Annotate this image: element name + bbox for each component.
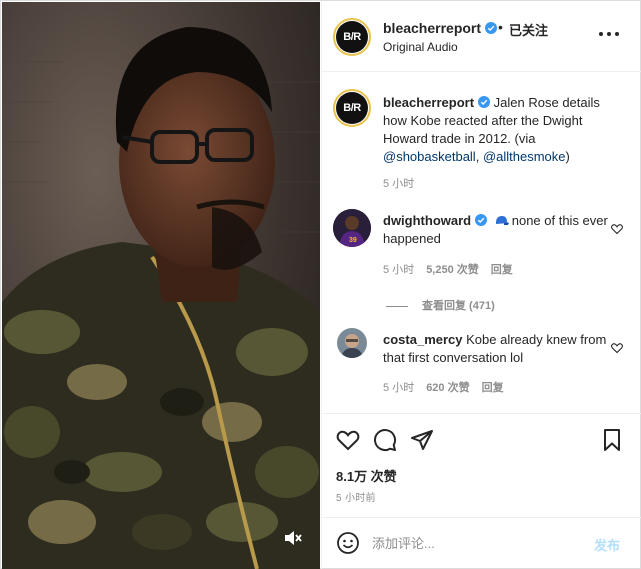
emoji-smile-icon[interactable] xyxy=(336,531,360,555)
view-replies-button[interactable]: 查看回复 (471) xyxy=(386,297,495,313)
comment-like-heart-icon[interactable] xyxy=(611,223,623,235)
more-options-icon[interactable] xyxy=(599,32,619,38)
blue-cap-emoji xyxy=(495,216,509,225)
replies-divider-line xyxy=(386,305,408,307)
post-likes-count[interactable]: 8.1万 次赞 xyxy=(336,466,397,485)
dwighthoward-avatar[interactable]: 39 xyxy=(333,209,371,247)
comment-username[interactable]: costa_mercy xyxy=(383,332,463,347)
bleacher-report-logo: B/R xyxy=(336,21,368,53)
video-frame-image xyxy=(2,2,320,569)
following-button[interactable]: 已关注 xyxy=(509,20,548,39)
bleacher-report-avatar[interactable]: B/R xyxy=(333,18,371,56)
heart-icon[interactable] xyxy=(336,428,360,452)
dwighthoward-avatar-image: 39 xyxy=(333,209,371,247)
post-author-username[interactable]: bleacherreport xyxy=(383,20,498,36)
comment-text: dwighthoward none of this ever happened xyxy=(383,212,613,248)
verified-badge-icon xyxy=(485,22,498,34)
comment-time[interactable]: 5 小时 xyxy=(383,264,414,276)
caption-avatar[interactable]: B/R xyxy=(333,89,371,127)
header-separator: • xyxy=(498,19,503,35)
caption-meta: 5 小时 xyxy=(383,175,426,191)
caption-separator: , xyxy=(475,149,483,164)
post-comment-button[interactable]: 发布 xyxy=(594,535,620,554)
caption-tail: ) xyxy=(565,149,570,164)
comment-text: costa_mercy Kobe already knew from that … xyxy=(383,331,613,367)
comment-composer: 发布 xyxy=(322,517,641,569)
costa-mercy-avatar[interactable] xyxy=(337,328,367,358)
comment-meta: 5 小时 5,250 次赞 回复 xyxy=(383,261,525,277)
caption-text: bleacherreport Jalen Rose details how Ko… xyxy=(383,94,613,166)
comments-list: B/R bleacherreport Jalen Rose details ho… xyxy=(322,73,641,413)
svg-text:39: 39 xyxy=(349,237,357,244)
post-timestamp[interactable]: 5 小时前 xyxy=(336,489,376,504)
comment-meta: 5 小时 620 次赞 回复 xyxy=(383,379,516,395)
verified-badge-icon xyxy=(478,96,491,108)
post-modal: B/R bleacherreport • 已关注 Original Audio … xyxy=(0,0,641,569)
verified-badge-icon xyxy=(475,214,488,226)
speaker-muted-icon[interactable] xyxy=(282,527,304,549)
post-actions: 8.1万 次赞 5 小时前 xyxy=(322,413,641,517)
caption-time[interactable]: 5 小时 xyxy=(383,178,414,190)
reply-button[interactable]: 回复 xyxy=(491,264,513,276)
costa-mercy-avatar-image xyxy=(337,328,367,358)
mention-shobasketball[interactable]: @shobasketball xyxy=(383,149,476,164)
post-header: B/R bleacherreport • 已关注 Original Audio xyxy=(322,2,641,72)
bleacher-report-logo: B/R xyxy=(336,92,368,124)
author-username-text: bleacherreport xyxy=(383,20,482,36)
caption-username[interactable]: bleacherreport xyxy=(383,95,474,110)
comment-likes[interactable]: 620 次赞 xyxy=(426,382,469,394)
reply-button[interactable]: 回复 xyxy=(482,382,504,394)
comment-icon[interactable] xyxy=(373,428,397,452)
comment-likes[interactable]: 5,250 次赞 xyxy=(426,264,479,276)
comment-username[interactable]: dwighthoward xyxy=(383,213,471,228)
comment-like-heart-icon[interactable] xyxy=(611,342,623,354)
post-sidebar: B/R bleacherreport • 已关注 Original Audio … xyxy=(321,2,641,569)
comment-input[interactable] xyxy=(372,532,582,554)
audio-link[interactable]: Original Audio xyxy=(383,40,458,54)
mention-allthesmoke[interactable]: @allthesmoke xyxy=(483,149,566,164)
paper-plane-icon[interactable] xyxy=(410,428,434,452)
bookmark-icon[interactable] xyxy=(600,428,624,452)
video-player[interactable] xyxy=(2,2,320,569)
view-replies-label: 查看回复 (471) xyxy=(422,300,495,312)
comment-time[interactable]: 5 小时 xyxy=(383,382,414,394)
